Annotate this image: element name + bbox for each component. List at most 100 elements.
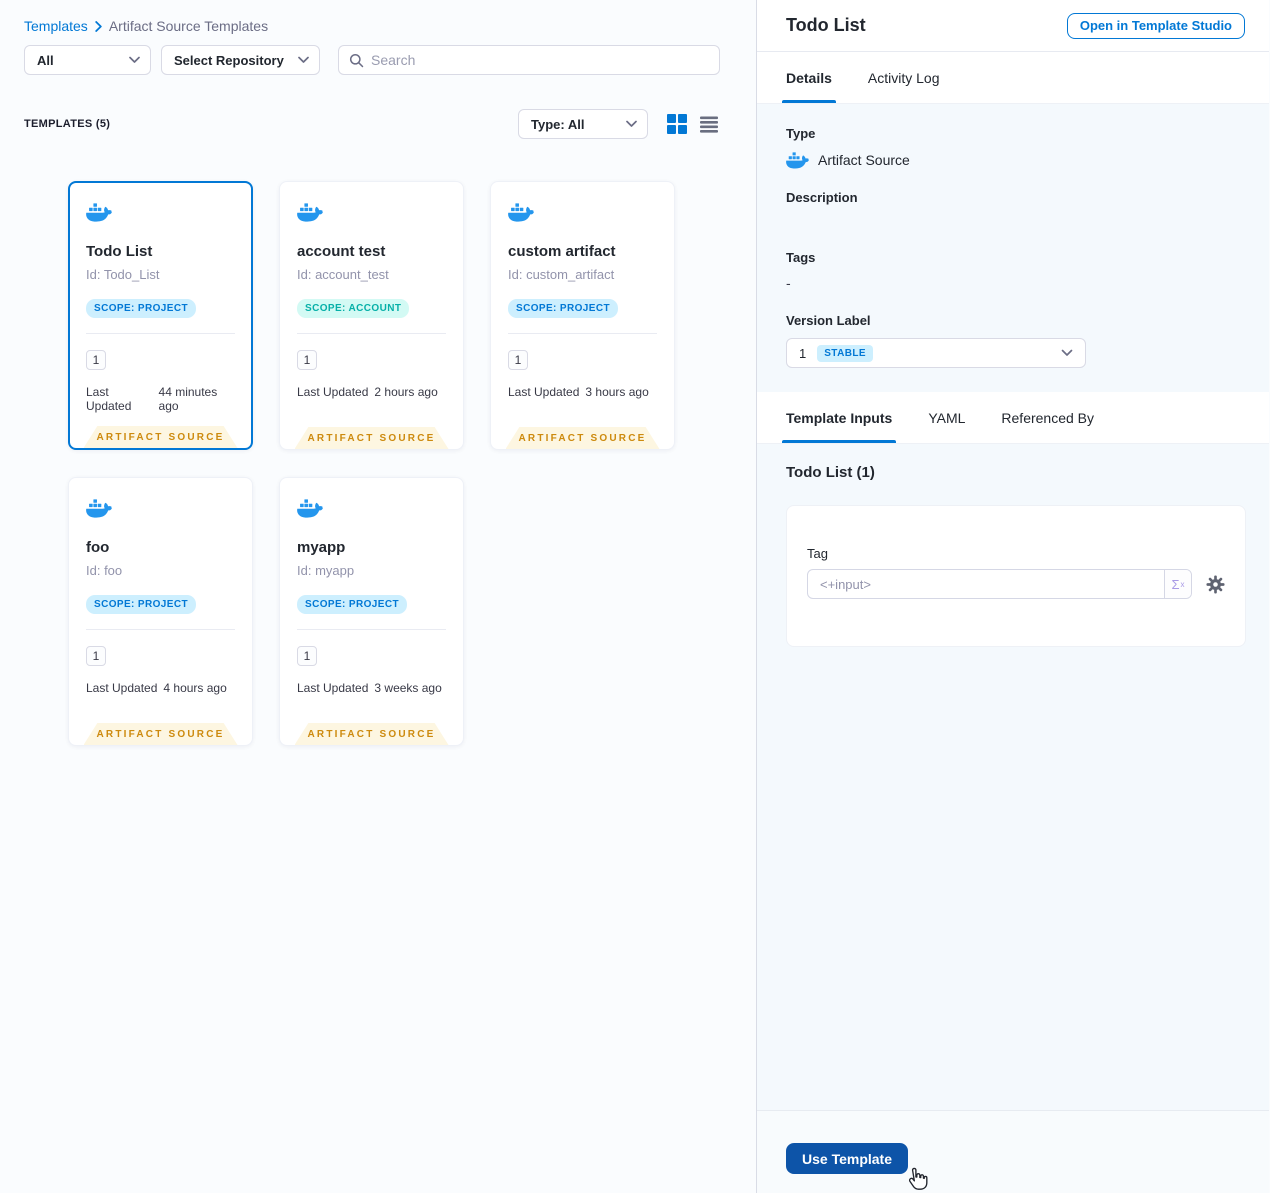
template-card[interactable]: myapp Id: myapp SCOPE: PROJECT 1 Last Up… (279, 477, 464, 746)
template-card-id: Id: myapp (297, 563, 355, 578)
tab-activity-log[interactable]: Activity Log (868, 52, 940, 103)
details-tabs: Details Activity Log (757, 52, 1269, 104)
inputs-tabs: Template Inputs YAML Referenced By (757, 392, 1269, 444)
scope-filter-select[interactable]: All (24, 45, 151, 75)
tag-field-label: Tag (807, 546, 828, 561)
type-filter-select[interactable]: Type: All (518, 109, 648, 139)
chevron-down-icon (1061, 349, 1073, 356)
card-divider (86, 629, 235, 630)
template-card[interactable]: Todo List Id: Todo_List SCOPE: PROJECT 1… (68, 181, 253, 450)
version-count: 1 (297, 646, 317, 666)
card-divider (297, 333, 446, 334)
type-filter-value: Type: All (531, 116, 585, 132)
version-count: 1 (86, 350, 106, 370)
template-card-id: Id: Todo_List (86, 267, 160, 282)
search-box (338, 45, 720, 75)
scope-badge: SCOPE: ACCOUNT (297, 299, 410, 318)
search-icon (349, 53, 364, 67)
tags-label: Tags (786, 250, 816, 265)
template-card-title: foo (86, 539, 110, 556)
list-view-icon[interactable] (700, 115, 718, 133)
tab-details[interactable]: Details (782, 52, 836, 103)
template-card-id: Id: account_test (297, 267, 389, 282)
docker-icon (297, 203, 323, 222)
grid-view-icon[interactable] (667, 114, 687, 134)
template-card-title: Todo List (86, 243, 153, 260)
scope-badge: SCOPE: PROJECT (86, 299, 196, 318)
filter-row: All Select Repository (24, 45, 721, 75)
template-details-panel: Todo List Open in Template Studio Detail… (757, 0, 1269, 1193)
scope-badge: SCOPE: PROJECT (297, 595, 407, 614)
templates-grid: Todo List Id: Todo_List SCOPE: PROJECT 1… (68, 181, 721, 746)
tag-input-wrap: Σx (807, 569, 1192, 599)
template-card[interactable]: custom artifact Id: custom_artifact SCOP… (490, 181, 675, 450)
tab-template-inputs[interactable]: Template Inputs (781, 392, 897, 443)
breadcrumb-templates-link[interactable]: Templates (24, 18, 88, 34)
template-card-title: account test (297, 243, 386, 260)
tab-yaml[interactable]: YAML (928, 392, 965, 443)
docker-icon (297, 499, 323, 518)
template-card-title: myapp (297, 539, 346, 556)
tags-value: - (786, 275, 791, 291)
gear-icon[interactable] (1206, 574, 1225, 594)
version-select[interactable]: 1 STABLE (786, 338, 1086, 368)
repository-filter-select[interactable]: Select Repository (161, 45, 320, 75)
last-updated-label: Last Updated (508, 385, 580, 399)
card-type-ribbon: ARTIFACT SOURCE (83, 723, 238, 745)
docker-icon (508, 203, 534, 222)
templates-list-panel: Templates Artifact Source Templates All … (0, 0, 757, 1193)
expression-input-icon[interactable]: Σx (1164, 570, 1191, 598)
chevron-down-icon (626, 120, 637, 127)
template-inputs-section: Todo List (1) Tag Σx (757, 444, 1269, 1110)
last-updated-value: 44 minutes ago (158, 385, 218, 413)
search-input[interactable] (371, 52, 709, 68)
view-toggle (667, 114, 718, 134)
scope-filter-value: All (37, 52, 54, 68)
card-type-ribbon: ARTIFACT SOURCE (294, 427, 449, 449)
templates-count-label: TEMPLATES (5) (24, 118, 111, 130)
inputs-heading: Todo List (1) (786, 464, 875, 481)
details-header: Todo List Open in Template Studio (757, 0, 1269, 52)
type-label: Type (786, 126, 816, 141)
docker-icon (86, 499, 112, 518)
template-card[interactable]: foo Id: foo SCOPE: PROJECT 1 Last Update… (68, 477, 253, 746)
type-value: Artifact Source (818, 152, 910, 168)
scope-badge: SCOPE: PROJECT (86, 595, 196, 614)
card-type-ribbon: ARTIFACT SOURCE (505, 427, 660, 449)
details-title: Todo List (786, 15, 866, 35)
docker-icon (86, 203, 112, 222)
templates-list-header: TEMPLATES (5) Type: All (24, 109, 721, 139)
card-type-ribbon: ARTIFACT SOURCE (294, 723, 449, 745)
inputs-card: Tag Σx (786, 505, 1246, 647)
tab-referenced-by[interactable]: Referenced By (1001, 392, 1094, 443)
chevron-down-icon (298, 56, 309, 63)
template-card-title: custom artifact (508, 243, 616, 260)
template-card[interactable]: account test Id: account_test SCOPE: ACC… (279, 181, 464, 450)
card-divider (86, 333, 235, 334)
card-divider (297, 629, 446, 630)
version-count: 1 (86, 646, 106, 666)
chevron-right-icon (95, 20, 102, 32)
template-card-id: Id: foo (86, 563, 123, 578)
last-updated-value: 2 hours ago (374, 385, 438, 399)
artifact-templates-page: Templates Artifact Source Templates All … (0, 0, 1270, 1193)
last-updated-label: Last Updated (297, 385, 369, 399)
template-card-id: Id: custom_artifact (508, 267, 615, 282)
details-section: Type Artifact Source Description Tags - … (757, 104, 1269, 392)
version-count: 1 (508, 350, 528, 370)
breadcrumb-current: Artifact Source Templates (108, 18, 269, 34)
scope-badge: SCOPE: PROJECT (508, 299, 618, 318)
use-template-button[interactable]: Use Template (786, 1143, 908, 1174)
last-updated-value: 3 hours ago (585, 385, 649, 399)
docker-icon (786, 152, 809, 169)
tag-input[interactable] (808, 576, 1164, 592)
details-footer: Use Template (757, 1110, 1269, 1193)
version-label: Version Label (786, 313, 871, 328)
last-updated-label: Last Updated (86, 681, 158, 695)
breadcrumb: Templates Artifact Source Templates (24, 18, 721, 34)
version-value: 1 (799, 345, 807, 361)
card-divider (508, 333, 657, 334)
version-count: 1 (297, 350, 317, 370)
open-template-studio-button[interactable]: Open in Template Studio (1066, 12, 1245, 39)
card-type-ribbon: ARTIFACT SOURCE (83, 426, 238, 448)
